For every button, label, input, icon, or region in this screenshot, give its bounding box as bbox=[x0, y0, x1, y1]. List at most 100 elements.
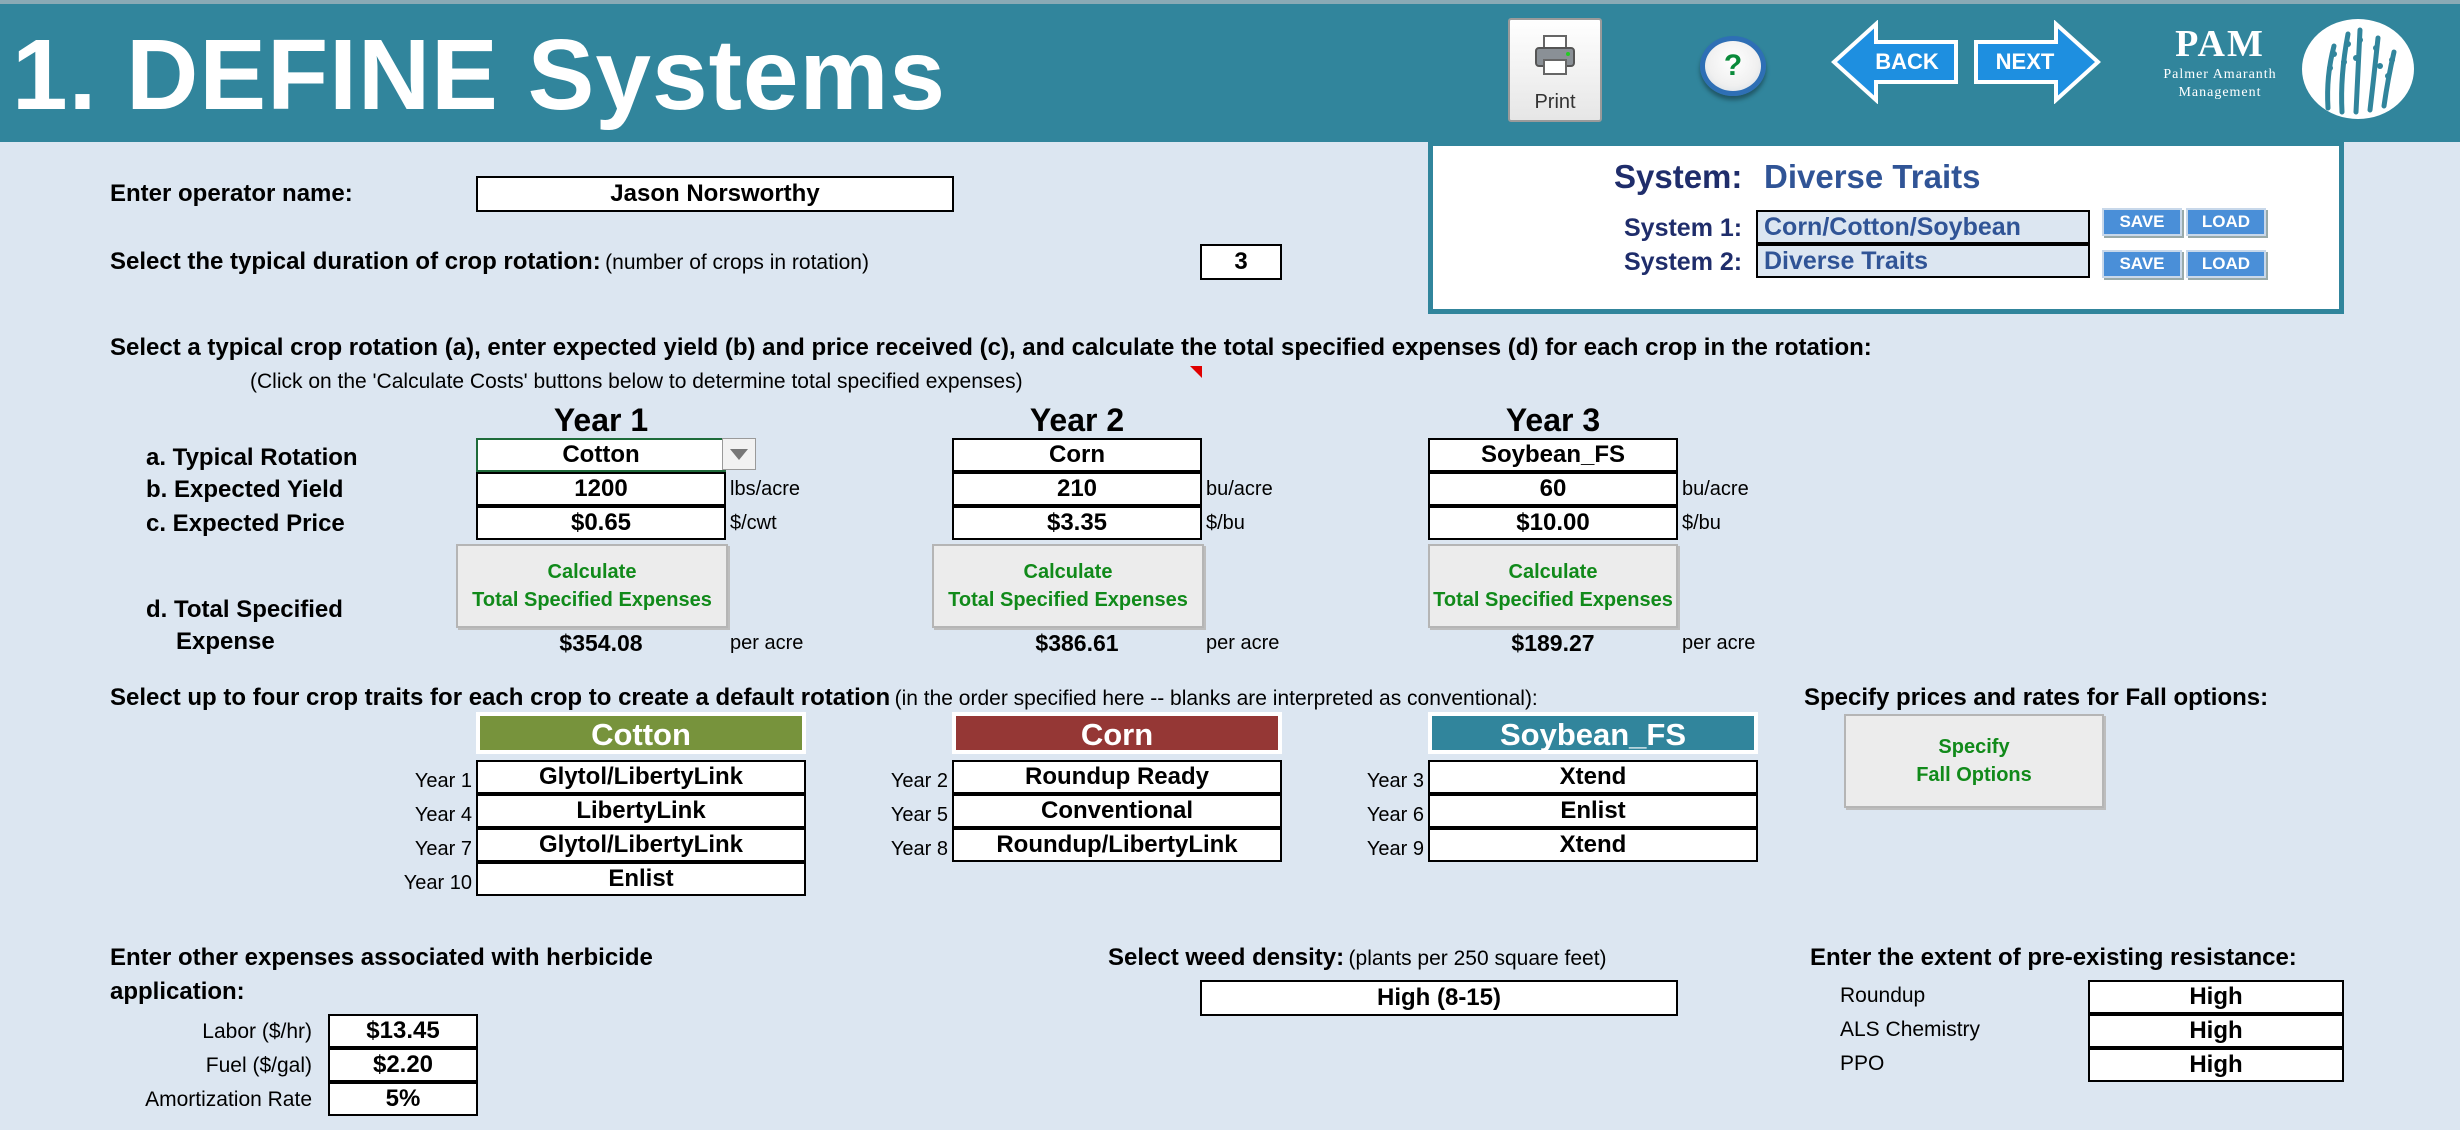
typical-rotation-label: a. Typical Rotation bbox=[146, 444, 358, 471]
corn-trait-1[interactable]: Roundup Ready bbox=[952, 760, 1282, 794]
duration-label: Select the typical duration of crop rota… bbox=[110, 248, 601, 275]
system1-save-button[interactable]: SAVE bbox=[2102, 208, 2182, 236]
back-label: BACK bbox=[1875, 49, 1939, 74]
resistance-name: PPO bbox=[1840, 1052, 1885, 1075]
year2-price-unit: $/bu bbox=[1206, 512, 1245, 534]
labor-rate-field[interactable]: $13.45 bbox=[328, 1014, 478, 1048]
expenses-label-2: application: bbox=[110, 978, 245, 1005]
year1-yield-field[interactable]: 1200 bbox=[476, 472, 726, 506]
amortization-rate-field[interactable]: 5% bbox=[328, 1082, 478, 1116]
rotation-instruction: Select a typical crop rotation (a), ente… bbox=[110, 334, 1872, 361]
pam-subtitle-2: Management bbox=[2178, 85, 2262, 100]
duration-hint: (number of crops in rotation) bbox=[605, 251, 869, 274]
trait-year-label: Year 8 bbox=[890, 838, 948, 860]
chevron-down-icon bbox=[730, 449, 748, 460]
system2-field[interactable]: Diverse Traits bbox=[1756, 244, 2090, 278]
year1-crop-select[interactable]: Cotton bbox=[476, 438, 726, 472]
total-expense-label-1: d. Total Specified bbox=[146, 596, 343, 623]
weed-density-label-group: Select weed density: (plants per 250 squ… bbox=[1108, 944, 1607, 972]
labor-label: Labor ($/hr) bbox=[202, 1020, 312, 1043]
pam-subtitle-1: Palmer Amaranth bbox=[2163, 67, 2277, 82]
ppo-resistance-select[interactable]: High bbox=[2088, 1048, 2344, 1082]
comment-indicator bbox=[1190, 366, 1202, 378]
soybean-trait-2[interactable]: Enlist bbox=[1428, 794, 1758, 828]
cotton-trait-2[interactable]: LibertyLink bbox=[476, 794, 806, 828]
help-button[interactable]: ? bbox=[1700, 36, 1766, 96]
soybean-trait-1[interactable]: Xtend bbox=[1428, 760, 1758, 794]
resistance-name: ALS Chemistry bbox=[1840, 1018, 1981, 1041]
calc-label-1: Calculate bbox=[1023, 561, 1113, 583]
calc-label-2: Total Specified Expenses bbox=[472, 589, 712, 611]
year1-calculate-button[interactable]: Calculate Total Specified Expenses bbox=[456, 544, 728, 628]
expected-yield-label: b. Expected Yield bbox=[146, 476, 344, 503]
year1-price-field[interactable]: $0.65 bbox=[476, 506, 726, 540]
trait-year-label: Year 1 bbox=[414, 770, 472, 792]
system1-label: System 1: bbox=[1624, 214, 1743, 242]
system-label: System: bbox=[1614, 158, 1743, 195]
soybean-trait-3[interactable]: Xtend bbox=[1428, 828, 1758, 862]
back-button[interactable]: BACK bbox=[1830, 20, 1962, 104]
amortization-label: Amortization Rate bbox=[145, 1088, 312, 1111]
next-button[interactable]: NEXT bbox=[1970, 20, 2102, 104]
year3-price-unit: $/bu bbox=[1682, 512, 1721, 534]
year1-yield-unit: lbs/acre bbox=[730, 478, 801, 500]
calc-label-1: Calculate bbox=[547, 561, 637, 583]
corn-trait-3[interactable]: Roundup/LibertyLink bbox=[952, 828, 1282, 862]
trait-year-label: Year 3 bbox=[1366, 770, 1424, 792]
year3-calculate-button[interactable]: Calculate Total Specified Expenses bbox=[1428, 544, 1678, 628]
year2-yield-field[interactable]: 210 bbox=[952, 472, 1202, 506]
traits-instruction-hint: (in the order specified here -- blanks a… bbox=[894, 687, 1538, 710]
soybean-trait-header: Soybean_FS bbox=[1428, 712, 1758, 754]
year2-total-expense: $386.61 bbox=[1035, 630, 1119, 656]
year3-total-expense: $189.27 bbox=[1511, 630, 1595, 656]
year3-heading: Year 3 bbox=[1505, 402, 1601, 438]
year1-crop-dropdown-arrow[interactable] bbox=[722, 438, 756, 470]
weed-density-hint: (plants per 250 square feet) bbox=[1348, 947, 1607, 970]
corn-trait-header: Corn bbox=[952, 712, 1282, 754]
year1-per-acre: per acre bbox=[730, 632, 804, 654]
trait-year-label: Year 6 bbox=[1366, 804, 1424, 826]
system1-load-button[interactable]: LOAD bbox=[2186, 208, 2266, 236]
traits-instruction: Select up to four crop traits for each c… bbox=[110, 684, 891, 711]
roundup-resistance-select[interactable]: High bbox=[2088, 980, 2344, 1014]
year2-crop-select[interactable]: Corn bbox=[952, 438, 1202, 472]
corn-trait-2[interactable]: Conventional bbox=[952, 794, 1282, 828]
printer-icon bbox=[1535, 35, 1575, 75]
system1-field[interactable]: Corn/Cotton/Soybean bbox=[1756, 210, 2090, 244]
als-resistance-select[interactable]: High bbox=[2088, 1014, 2344, 1048]
specify-fall-options-button[interactable]: Specify Fall Options bbox=[1844, 714, 2104, 808]
total-expense-label-2: Expense bbox=[176, 628, 275, 655]
fuel-price-field[interactable]: $2.20 bbox=[328, 1048, 478, 1082]
year1-total-expense: $354.08 bbox=[559, 630, 643, 656]
trait-year-label: Year 10 bbox=[403, 872, 472, 894]
system2-load-button[interactable]: LOAD bbox=[2186, 250, 2266, 278]
cotton-trait-4[interactable]: Enlist bbox=[476, 862, 806, 896]
calc-label-2: Total Specified Expenses bbox=[1433, 589, 1673, 611]
page-title: 1. DEFINE Systems bbox=[12, 19, 947, 131]
trait-year-label: Year 2 bbox=[890, 770, 948, 792]
operator-name-field[interactable]: Jason Norsworthy bbox=[476, 176, 954, 212]
fall-options-label: Specify prices and rates for Fall option… bbox=[1804, 684, 2269, 711]
cotton-trait-3[interactable]: Glytol/LibertyLink bbox=[476, 828, 806, 862]
trait-year-label: Year 7 bbox=[414, 838, 472, 860]
rotation-duration-field[interactable]: 3 bbox=[1200, 244, 1282, 280]
year3-price-field[interactable]: $10.00 bbox=[1428, 506, 1678, 540]
year2-calculate-button[interactable]: Calculate Total Specified Expenses bbox=[932, 544, 1204, 628]
system2-save-button[interactable]: SAVE bbox=[2102, 250, 2182, 278]
rotation-sub-instruction: (Click on the 'Calculate Costs' buttons … bbox=[250, 370, 1023, 393]
pam-title: PAM bbox=[2175, 23, 2265, 65]
pam-logo-text: PAM Palmer Amaranth Management bbox=[2140, 22, 2300, 102]
calc-label-1: Calculate bbox=[1508, 561, 1598, 583]
print-button[interactable]: Print bbox=[1508, 18, 1602, 122]
traits-instruction-group: Select up to four crop traits for each c… bbox=[110, 684, 1538, 712]
year3-crop-select[interactable]: Soybean_FS bbox=[1428, 438, 1678, 472]
calc-label-2: Total Specified Expenses bbox=[948, 589, 1188, 611]
weed-density-select[interactable]: High (8-15) bbox=[1200, 980, 1678, 1016]
cotton-trait-1[interactable]: Glytol/LibertyLink bbox=[476, 760, 806, 794]
operator-label: Enter operator name: bbox=[110, 180, 353, 207]
year3-yield-field[interactable]: 60 bbox=[1428, 472, 1678, 506]
system2-label: System 2: bbox=[1624, 248, 1743, 276]
expenses-label-1: Enter other expenses associated with her… bbox=[110, 944, 653, 971]
year2-price-field[interactable]: $3.35 bbox=[952, 506, 1202, 540]
trait-year-label: Year 4 bbox=[414, 804, 472, 826]
